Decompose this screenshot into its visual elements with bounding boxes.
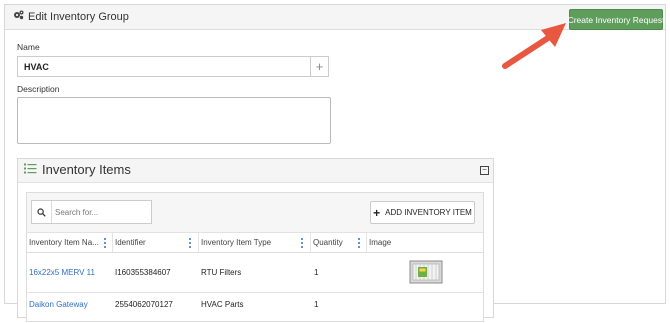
name-label: Name [17,42,40,52]
search-input[interactable] [53,203,149,221]
grid-toolbar: + ADD INVENTORY ITEM [27,193,483,233]
inventory-items-header: Inventory Items − [18,159,493,183]
add-inventory-item-label: ADD INVENTORY ITEM [385,208,472,217]
gears-icon [13,10,24,23]
inventory-items-title: Inventory Items [24,162,131,177]
column-header-quantity-label: Quantity [313,238,343,247]
column-header-image-label: Image [369,238,392,247]
filter-image [409,259,443,290]
item-type: HVAC Parts [201,300,244,309]
column-header-type-label: Inventory Item Type [201,238,272,247]
plus-icon[interactable]: + [310,57,328,76]
item-identifier: 2554062070127 [115,300,173,309]
description-label: Description [17,84,60,94]
column-header-name[interactable]: Inventory Item Na... [27,233,113,253]
column-menu-icon[interactable] [358,238,361,248]
list-icon [24,162,37,177]
item-identifier: I160355384607 [115,268,171,277]
item-quantity: 1 [314,300,319,309]
panel-title: Edit Inventory Group [13,10,129,23]
column-header-name-label: Inventory Item Na... [29,238,99,247]
column-menu-icon[interactable] [189,238,192,248]
column-header-identifier[interactable]: Identifier [113,233,199,253]
inventory-grid: + ADD INVENTORY ITEM Inventory Item Na..… [26,192,484,322]
edit-inventory-group-panel: Edit Inventory Group Create Inventory Re… [4,4,666,322]
column-header-image[interactable]: Image [367,233,483,253]
create-inventory-request-button[interactable]: Create Inventory Request [568,9,664,30]
name-field[interactable]: HVAC + [17,56,329,77]
table-row[interactable]: 16x22x5 MERV 11 I160355384607 RTU Filter… [27,253,483,293]
item-quantity: 1 [314,268,319,277]
item-type: RTU Filters [201,268,242,277]
description-textarea[interactable] [17,97,331,144]
item-name-link[interactable]: 16x22x5 MERV 11 [29,268,95,277]
column-menu-icon[interactable] [104,238,107,248]
item-name-link[interactable]: Daikon Gateway [29,300,88,309]
add-inventory-item-button[interactable]: + ADD INVENTORY ITEM [370,201,475,224]
collapse-icon[interactable]: − [480,166,489,175]
inventory-items-title-text: Inventory Items [42,162,131,177]
inventory-items-panel: Inventory Items − + ADD INVENTORY [17,158,494,322]
grid-header-row: Inventory Item Na... Identifier Inventor… [27,233,483,253]
column-header-identifier-label: Identifier [115,238,146,247]
table-row[interactable]: Daikon Gateway 2554062070127 HVAC Parts … [27,293,483,323]
search-icon[interactable] [32,201,52,223]
add-icon: + [373,205,381,220]
search-box[interactable] [31,200,152,224]
panel-title-text: Edit Inventory Group [28,10,129,23]
panel-header: Edit Inventory Group Create Inventory Re… [5,5,665,30]
column-header-type[interactable]: Inventory Item Type [199,233,311,253]
column-menu-icon[interactable] [301,238,304,248]
name-value[interactable]: HVAC [24,62,49,72]
